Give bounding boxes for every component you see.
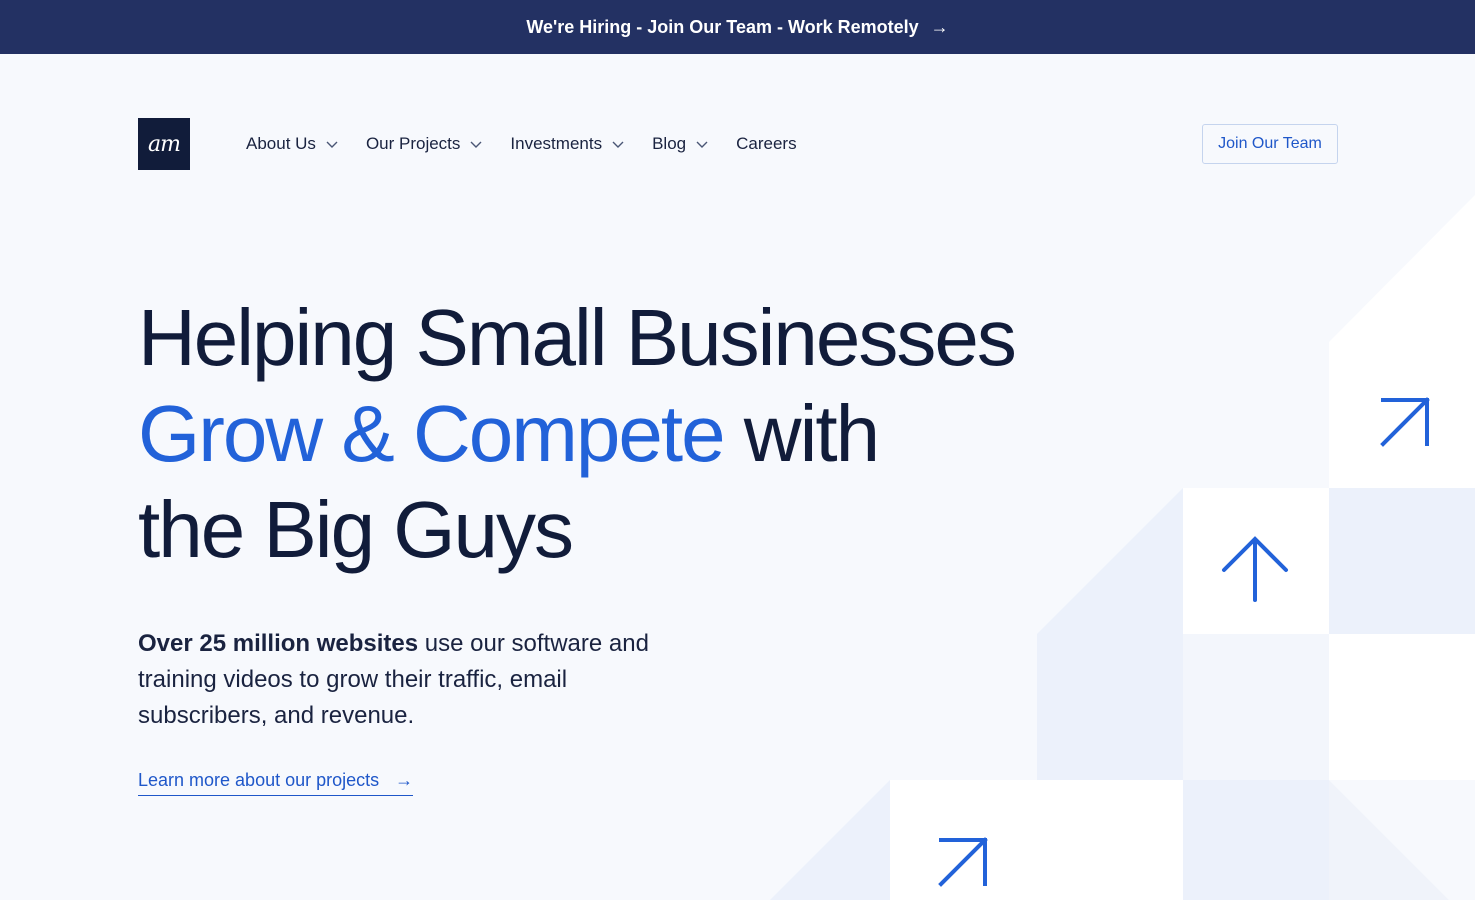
hero-line-2-rest: with [723, 389, 880, 478]
main-nav: About Us Our Projects Investments Blog C… [246, 132, 797, 156]
decor-tile [770, 780, 890, 900]
arrow-up-right-icon [1380, 397, 1430, 447]
decor-tile [1183, 488, 1329, 634]
nav-item-about-us[interactable]: About Us [246, 134, 338, 154]
decor-tile [1183, 634, 1329, 780]
site-logo[interactable]: am [138, 118, 190, 170]
decor-tile [1329, 488, 1475, 634]
hiring-banner[interactable]: We're Hiring - Join Our Team - Work Remo… [0, 0, 1475, 54]
nav-item-careers[interactable]: Careers [736, 134, 796, 154]
chevron-down-icon [470, 141, 482, 148]
nav-item-label: Our Projects [365, 134, 461, 153]
join-our-team-button[interactable]: Join Our Team [1202, 124, 1338, 164]
arrow-right-icon: → [930, 16, 949, 37]
arrow-right-icon: → [395, 770, 414, 790]
nav-item-our-projects[interactable]: Our Projects [366, 134, 482, 154]
nav-item-label: Investments [510, 134, 603, 153]
logo-text: am [148, 131, 181, 157]
nav-item-label: About Us [246, 134, 316, 153]
arrow-up-icon [1222, 536, 1288, 602]
learn-more-link[interactable]: Learn more about our projects → [138, 770, 414, 796]
decor-tile [1329, 634, 1475, 780]
arrow-up-right-icon [938, 837, 988, 887]
chevron-down-icon [612, 141, 624, 148]
decor-tile [1183, 780, 1329, 900]
decor-tile [1329, 195, 1475, 488]
nav-item-label: Careers [736, 134, 797, 153]
chevron-down-icon [696, 141, 708, 148]
nav-item-investments[interactable]: Investments [510, 134, 624, 154]
nav-item-blog[interactable]: Blog [652, 134, 708, 154]
chevron-down-icon [326, 141, 338, 148]
hero-line-1: Helping Small Businesses [138, 293, 1017, 382]
learn-more-label: Learn more about our projects [138, 770, 380, 790]
hero-line-3: the Big Guys [138, 485, 574, 574]
hero-headline: Helping Small Businesses Grow & Compete … [138, 290, 1058, 578]
hero-subtext: Over 25 million websites use our softwar… [138, 626, 698, 734]
hero-accent: Grow & Compete [138, 389, 726, 478]
hero-subtext-bold: Over 25 million websites [138, 630, 419, 657]
decor-tile [890, 780, 1183, 900]
decor-tile [1329, 780, 1449, 900]
nav-item-label: Blog [652, 134, 687, 153]
decor-tile [1037, 488, 1183, 780]
hiring-banner-text: We're Hiring - Join Our Team - Work Remo… [526, 16, 919, 37]
decor-tile [1329, 780, 1475, 900]
